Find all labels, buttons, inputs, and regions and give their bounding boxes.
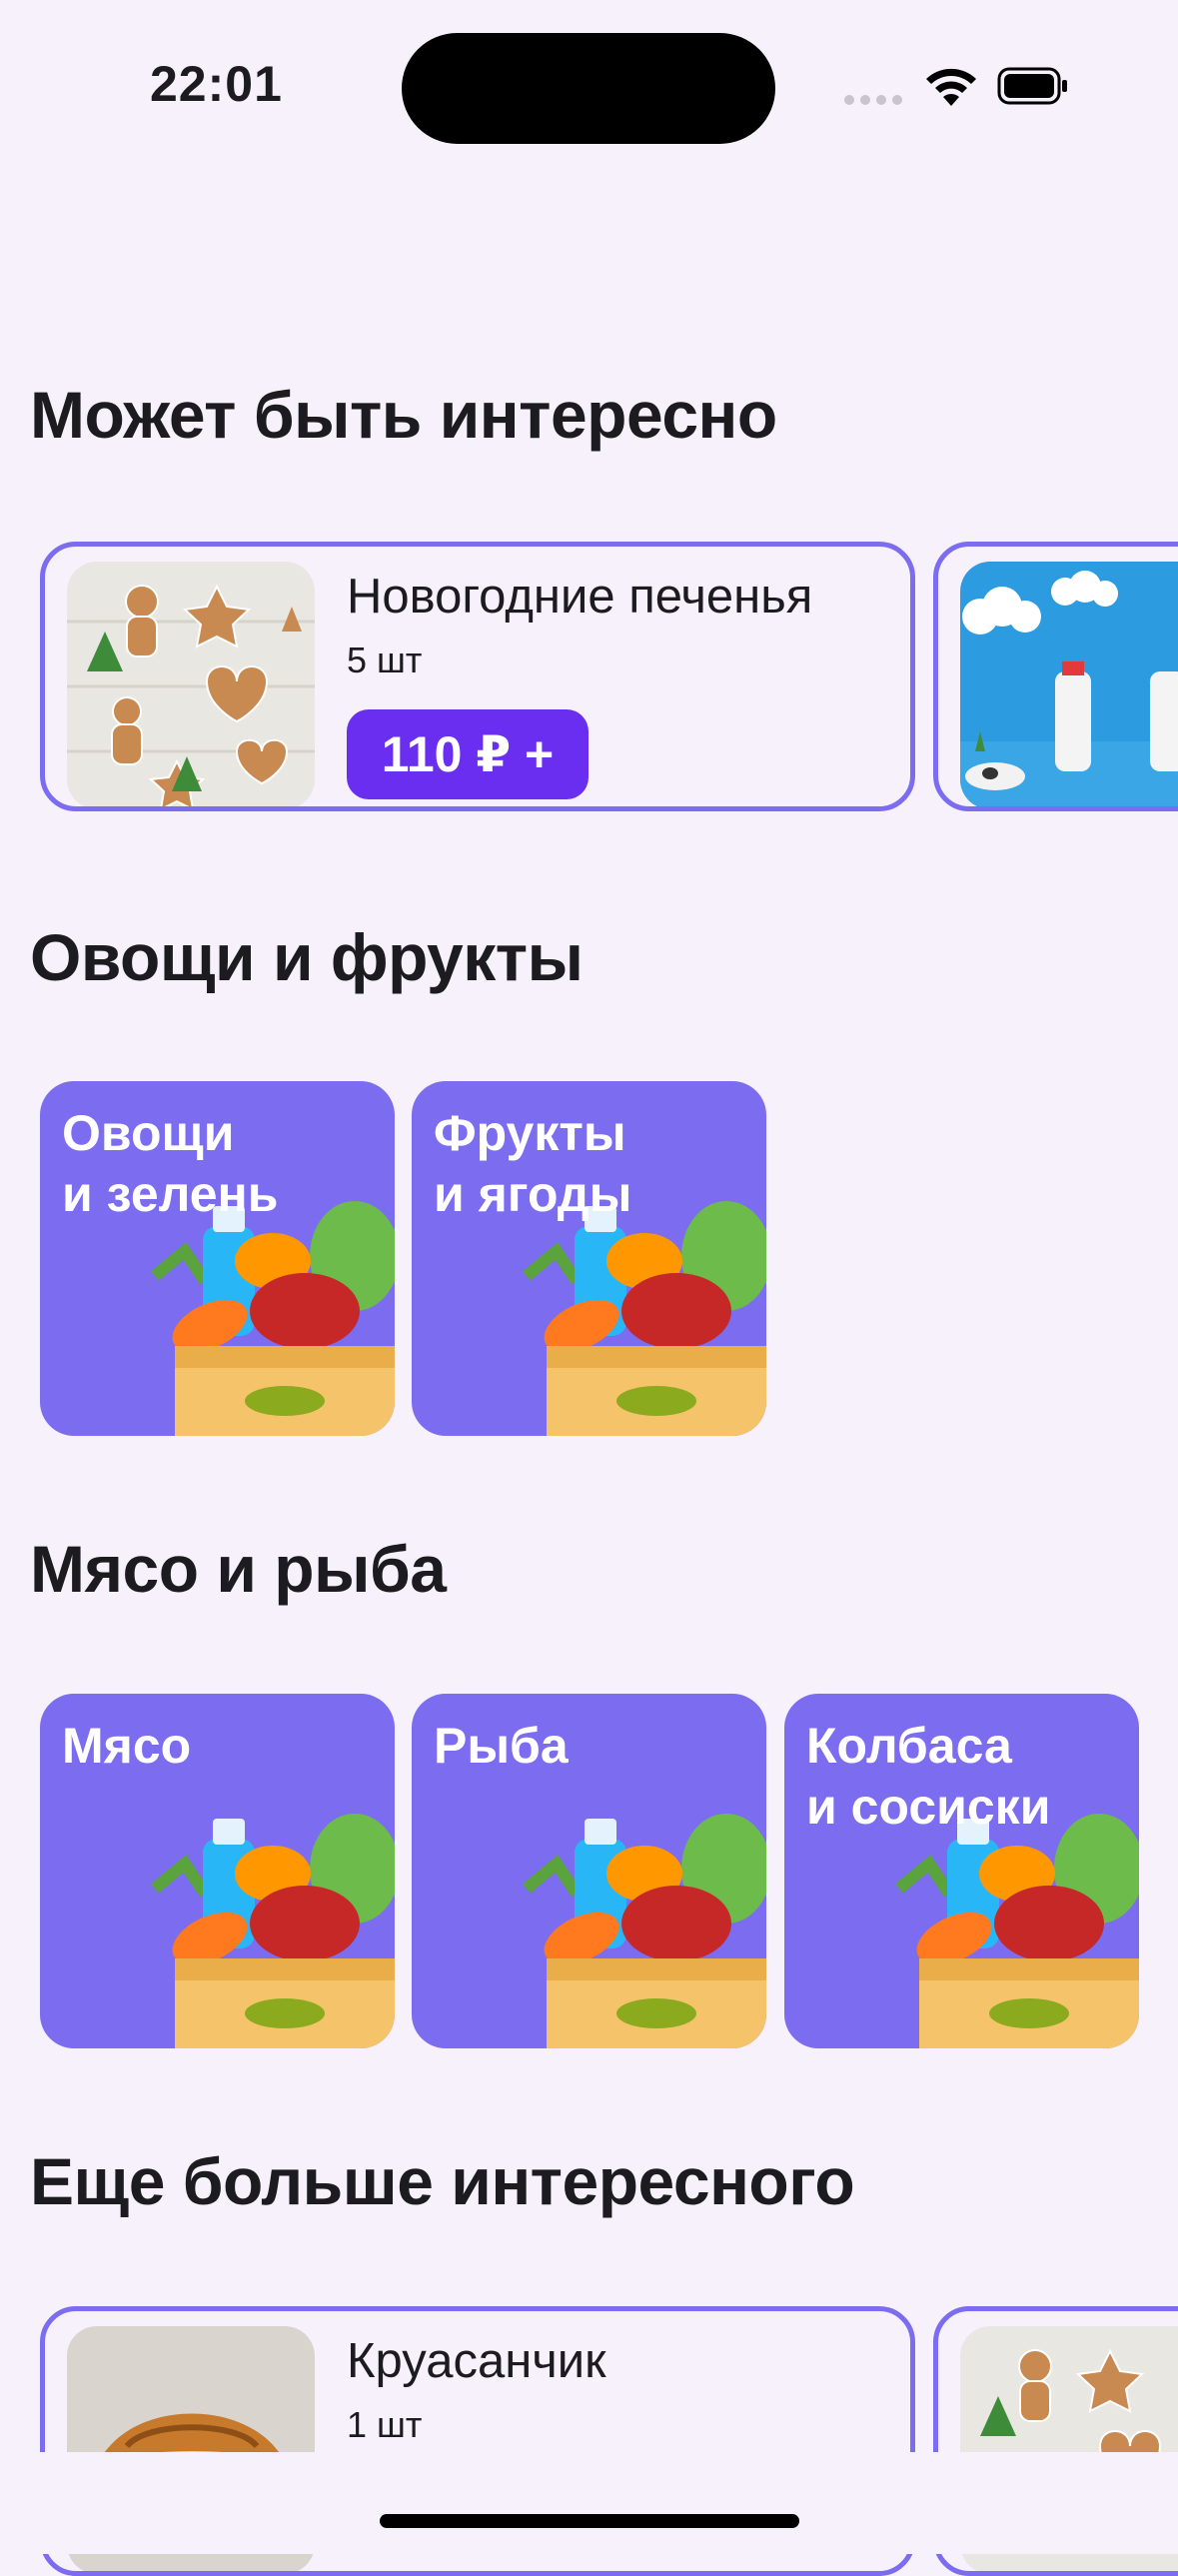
grocery-box-icon: [523, 1814, 766, 2048]
category-label: Колбаса и сосиски: [806, 1718, 1051, 1835]
section-title-meat-fish: Мясо и рыба: [30, 1532, 447, 1606]
category-label: Мясо: [62, 1718, 192, 1774]
grocery-box-icon: [523, 1201, 766, 1436]
product-qty: 1 шт: [347, 2404, 423, 2445]
home-indicator[interactable]: [380, 2514, 799, 2528]
product-qty: 5 шт: [347, 640, 423, 680]
cellular-signal-icon: [844, 95, 904, 107]
product-card[interactable]: [933, 542, 1178, 811]
grocery-box-icon: [151, 1814, 395, 2048]
product-name: Круасанчик: [347, 2334, 606, 2388]
wifi-icon: [926, 68, 976, 106]
section-title-more: Еще больше интересного: [30, 2144, 855, 2218]
category-label: Фрукты и ягоды: [434, 1105, 632, 1222]
section-title-interesting: Может быть интересно: [30, 378, 777, 452]
grocery-box-icon: [895, 1814, 1139, 2048]
product-name: Новогодние печенья: [347, 570, 813, 624]
add-to-cart-button[interactable]: 110 ₽ +: [347, 709, 589, 799]
status-time: 22:01: [150, 56, 283, 112]
milk-image: [960, 562, 1178, 806]
bottom-safe-area: [0, 2452, 1178, 2554]
dynamic-island: [402, 33, 775, 144]
category-label: Овощи и зелень: [62, 1105, 279, 1222]
category-tile-fish[interactable]: Рыба: [412, 1694, 766, 2048]
category-tile-sausages[interactable]: Колбаса и сосиски: [784, 1694, 1139, 2048]
battery-icon: [997, 67, 1067, 105]
cookies-image: [67, 562, 315, 806]
category-tile-fruits[interactable]: Фрукты и ягоды: [412, 1081, 766, 1436]
category-label: Рыба: [434, 1718, 569, 1774]
grocery-box-icon: [151, 1201, 395, 1436]
category-tile-meat[interactable]: Мясо: [40, 1694, 395, 2048]
section-title-veg-fruits: Овощи и фрукты: [30, 920, 584, 994]
product-card[interactable]: Новогодние печенья 5 шт 110 ₽ +: [40, 542, 915, 811]
category-tile-vegetables[interactable]: Овощи и зелень: [40, 1081, 395, 1436]
